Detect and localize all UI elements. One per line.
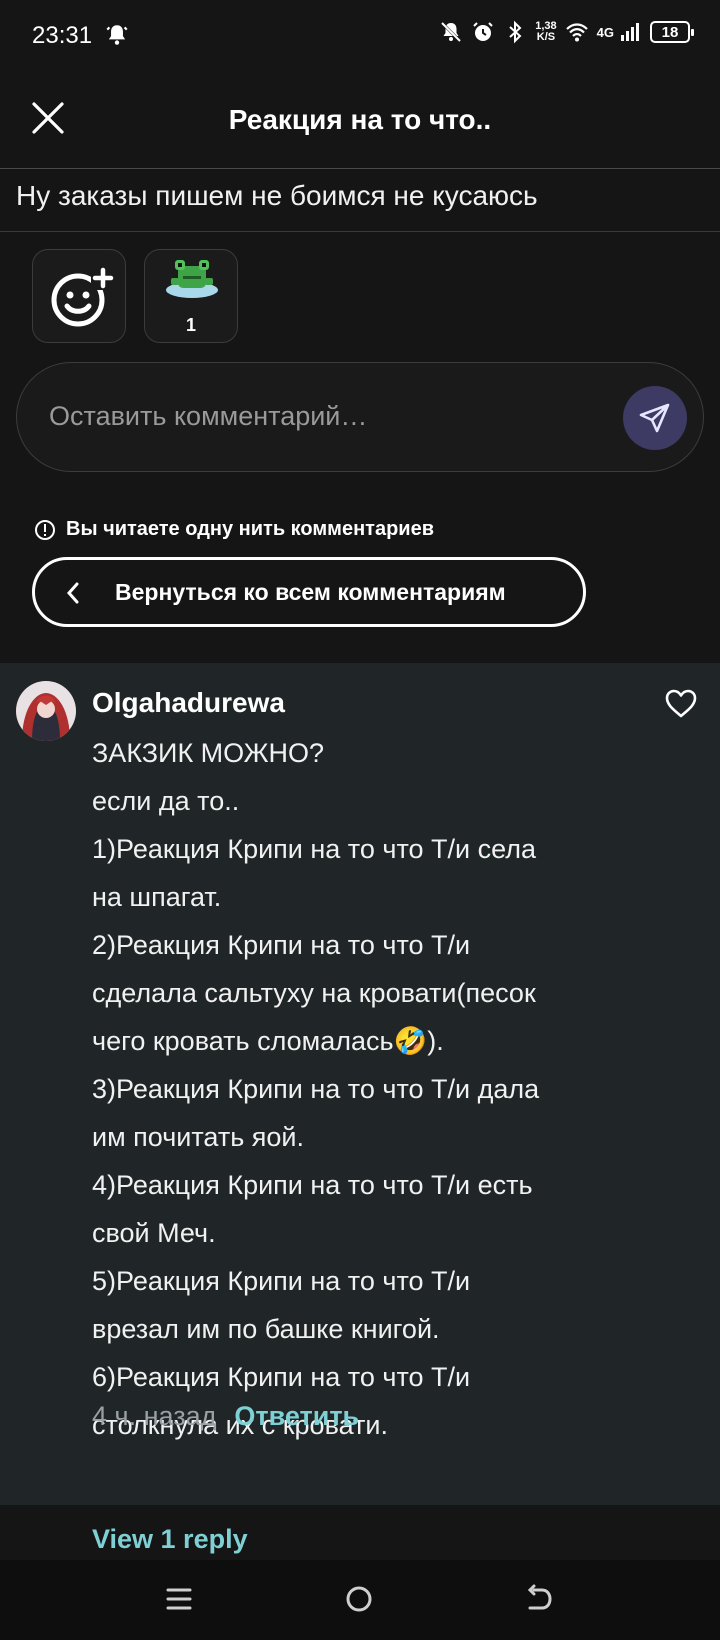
send-button[interactable] [623, 386, 687, 450]
wifi-icon [565, 23, 588, 42]
comment-line: на шпагат. [92, 882, 222, 912]
thread-info: Вы читаете одну нить комментариев [34, 518, 434, 541]
notification-bell-icon [106, 25, 128, 45]
comment-line: 4)Реакция Крипи на то что Т/и есть [92, 1170, 533, 1200]
alarm-icon [473, 22, 493, 41]
view-replies-link[interactable]: View 1 reply [92, 1524, 248, 1555]
comment-line: сделала сальтуху на кровати(песок [92, 978, 536, 1008]
signal-icon [621, 23, 639, 41]
add-reaction-button[interactable] [32, 249, 126, 343]
net-speed: 1,38 K/S [535, 20, 557, 43]
comment-body: ЗАКЗИК МОЖНО? если да то.. 1)Реакция Кри… [92, 729, 612, 1449]
home-icon[interactable] [344, 1584, 374, 1614]
comment-line: чего кровать сломалась🤣). [92, 1026, 444, 1056]
comment-line: 6)Реакция Крипи на то что Т/и [92, 1362, 471, 1392]
thread-info-text: Вы читаете одну нить комментариев [66, 518, 435, 540]
comment-line: врезал им по башке книгой. [92, 1314, 440, 1344]
status-time: 23:31 [32, 22, 93, 49]
info-icon [35, 519, 55, 540]
comment-author[interactable]: Olgahadurewa [92, 687, 285, 719]
back-to-all-comments-button[interactable]: Вернуться ко всем комментариям [32, 557, 586, 627]
comment-line: 5)Реакция Крипи на то что Т/и [92, 1266, 471, 1296]
comment-line: 1)Реакция Крипи на то что Т/и села [92, 834, 536, 864]
comment-line: ЗАКЗИК МОЖНО? [92, 738, 325, 768]
network-type: 4G [596, 24, 614, 40]
add-emoji-icon [51, 267, 115, 327]
comment-line: 3)Реакция Крипи на то что Т/и дала [92, 1074, 540, 1104]
reply-button[interactable]: Ответить [234, 1401, 359, 1432]
system-nav-bar [0, 1560, 720, 1640]
comment-meta: 4 ч. назад Ответить [92, 1401, 359, 1432]
send-icon [639, 403, 670, 433]
page-title: Реакция на то что.. [228, 104, 492, 135]
comment-line: если да то.. [92, 786, 240, 816]
back-button-label: Вернуться ко всем комментариям [115, 579, 506, 605]
comment-timestamp: 4 ч. назад [92, 1401, 217, 1431]
battery-indicator: 18 [650, 21, 694, 43]
divider [0, 231, 720, 232]
recent-apps-icon[interactable] [165, 1586, 193, 1612]
reaction-count: 1 [185, 315, 196, 335]
header: Реакция на то что.. [0, 72, 720, 169]
avatar-image [16, 681, 76, 741]
chevron-left-icon [66, 582, 79, 604]
heart-icon[interactable] [664, 687, 698, 721]
bluetooth-icon [509, 20, 522, 44]
back-icon[interactable] [524, 1584, 554, 1614]
comment-card: Olgahadurewa ЗАКЗИК МОЖНО? если да то.. … [0, 663, 720, 1505]
comment-line: им почитать яой. [92, 1122, 304, 1152]
comment-input[interactable]: Оставить комментарий… [16, 362, 704, 472]
frog-reaction-button[interactable]: 1 [144, 249, 238, 343]
comment-placeholder: Оставить комментарий… [49, 401, 368, 431]
status-bar: 23:31 1,38 K/S 4G 18 [0, 0, 720, 72]
avatar[interactable] [16, 681, 76, 741]
mute-bell-icon [441, 21, 462, 43]
frog-sticker-icon [166, 260, 218, 298]
comment-line: свой Меч. [92, 1218, 216, 1248]
post-text: Ну заказы пишем не боимся не кусаюсь [16, 180, 538, 211]
comment-line: 2)Реакция Крипи на то что Т/и [92, 930, 471, 960]
